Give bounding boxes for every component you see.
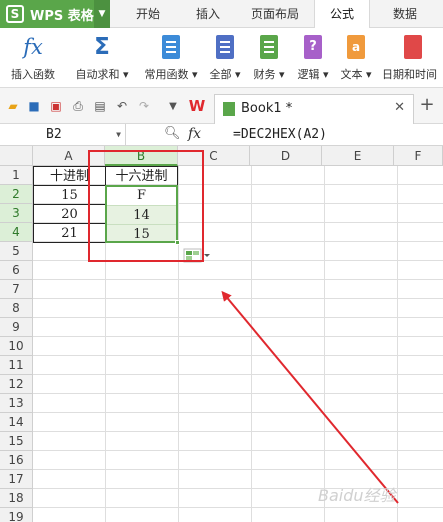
annotation-arrow <box>221 290 399 504</box>
arrow-line <box>221 290 399 504</box>
baidu-watermark: Baidu经验 <box>318 486 396 505</box>
